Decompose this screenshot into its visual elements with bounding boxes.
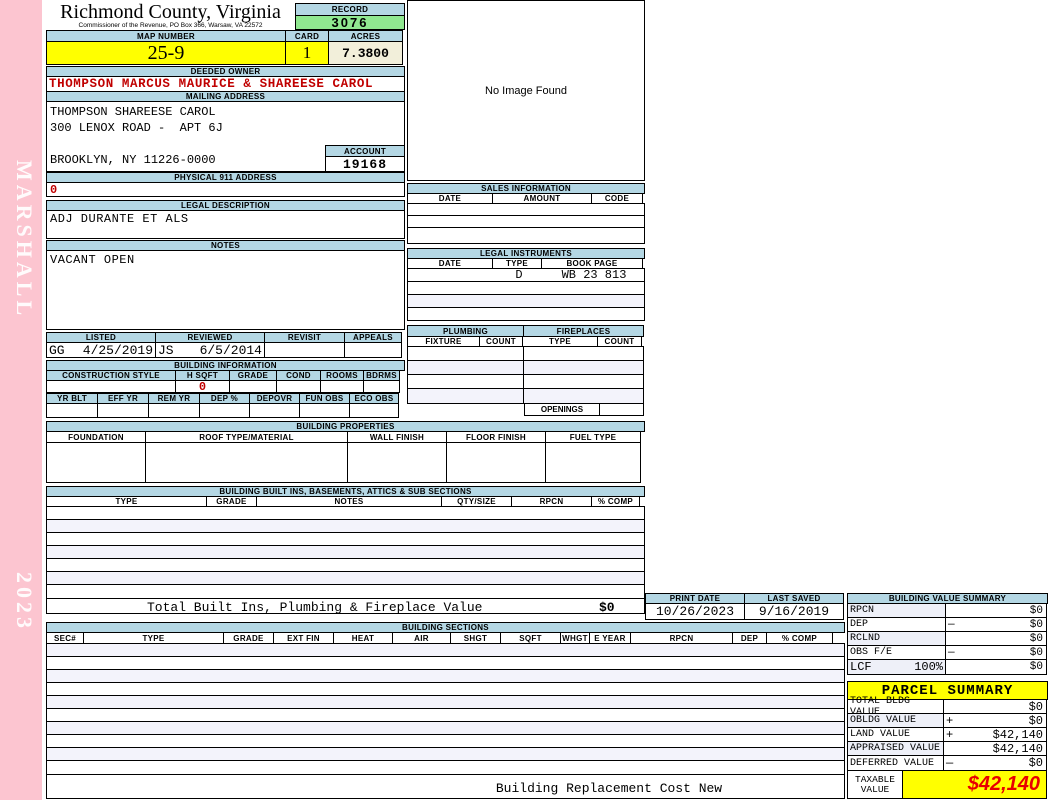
record-value: 3076 (295, 15, 405, 30)
plumbing-row (407, 346, 644, 361)
building-sections-row (46, 734, 845, 748)
taxable-value-amount: $42,140 (902, 770, 1047, 799)
parcel-row: LAND VALUE + $42,140 (847, 727, 1047, 742)
account-box: ACCOUNT 19168 (325, 145, 405, 172)
building-sections-row (46, 682, 845, 696)
taxable-value-row: TAXABLE VALUE $42,140 (847, 770, 1047, 799)
built-ins-total-label: Total Built Ins, Plumbing & Fireplace Va… (147, 600, 483, 615)
built-ins-row (46, 545, 645, 559)
built-ins-row (46, 506, 645, 520)
review-value-row: GG 4/25/2019 JS 6/5/2014 (46, 342, 402, 358)
built-ins-row (46, 519, 645, 533)
parcel-row: APPRAISED VALUE $42,140 (847, 741, 1047, 756)
record-box: RECORD 3076 (295, 3, 405, 30)
appeals-value (344, 342, 402, 358)
county-header: Richmond County, Virginia Commissioner o… (46, 2, 295, 30)
building-sections-row (46, 721, 845, 735)
print-info-values: 10/26/2023 9/16/2019 (645, 603, 844, 620)
account-value: 19168 (325, 156, 405, 172)
notes-value: VACANT OPEN (46, 250, 405, 330)
building-sections-row (46, 669, 845, 683)
map-value-row: 25-9 1 7.3800 (46, 41, 403, 65)
built-ins-total-row: Total Built Ins, Plumbing & Fireplace Va… (46, 598, 645, 615)
parcel-row: DEFERRED VALUE — $0 (847, 755, 1047, 771)
plumbing-row (407, 388, 644, 404)
building-sections-row (46, 708, 845, 722)
legal-instrument-row (407, 294, 645, 308)
county-title: Richmond County, Virginia (60, 1, 281, 23)
legal-instrument-row (407, 307, 645, 321)
property-record-card: { "colors":{"header_blue":"#B4D7E4","yel… (0, 0, 1050, 800)
built-ins-row (46, 558, 645, 572)
parcel-row: TOTAL BLDG VALUE $0 (847, 696, 1047, 718)
openings-row: OPENINGS (524, 403, 644, 416)
mailing-line-1: THOMPSON SHAREESE CAROL (50, 105, 216, 119)
h-sqft-value: 0 (175, 380, 230, 394)
listed-value: GG 4/25/2019 (46, 342, 156, 358)
binder-sidebar: MARSHALL 2023 (0, 0, 42, 800)
built-ins-row (46, 532, 645, 546)
building-info-values-2 (46, 403, 399, 418)
last-saved-value: 9/16/2019 (744, 603, 844, 620)
built-ins-row (46, 571, 645, 585)
openings-label: OPENINGS (524, 403, 600, 416)
year-label: 2023 (12, 572, 37, 632)
taxable-value-label: TAXABLE VALUE (847, 770, 903, 799)
building-sections-row (46, 760, 845, 775)
bvs-row: RCLND $0 (847, 631, 1047, 646)
acres-value: 7.3800 (328, 41, 403, 65)
bvs-row: DEP — $0 (847, 617, 1047, 632)
parcel-row: OBLDG VALUE + $0 (847, 713, 1047, 728)
revisit-value (264, 342, 345, 358)
mailing-line-2: 300 LENOX ROAD - APT 6J (50, 121, 223, 135)
vendor-label: MARSHALL (12, 160, 37, 320)
legal-description-value: ADJ DURANTE ET ALS (46, 210, 405, 239)
building-sections-row (46, 656, 845, 670)
map-number-value: 25-9 (46, 41, 286, 65)
bvs-row: RPCN $0 (847, 603, 1047, 618)
physical-911-value: 0 (46, 182, 405, 197)
legal-instrument-row: D WB 23 813 (407, 268, 645, 282)
building-info-values-1: 0 (46, 380, 400, 394)
deeded-owner-value: THOMPSON MARCUS MAURICE & SHAREESE CAROL (46, 76, 405, 92)
bvs-row: OBS F/E — $0 (847, 645, 1047, 660)
built-ins-total-value: $0 (599, 600, 615, 615)
plumbing-row (407, 374, 644, 389)
legal-instrument-row (407, 281, 645, 295)
card-value: 1 (285, 41, 329, 65)
building-sections-row (46, 747, 845, 761)
building-sections-row (46, 695, 845, 709)
building-sections-row (46, 643, 845, 657)
property-photo-placeholder: No Image Found (407, 0, 645, 181)
bvs-row: LCF 100% $0 (847, 659, 1047, 675)
sales-row (407, 227, 645, 244)
plumbing-row (407, 360, 644, 375)
print-date-value: 10/26/2023 (645, 603, 745, 620)
building-properties-values (46, 442, 641, 483)
building-sections-footer: Building Replacement Cost New (46, 774, 845, 799)
reviewed-value: JS 6/5/2014 (155, 342, 265, 358)
office-subtitle: Commissioner of the Revenue, PO Box 366,… (78, 22, 263, 29)
built-ins-row (46, 584, 645, 599)
